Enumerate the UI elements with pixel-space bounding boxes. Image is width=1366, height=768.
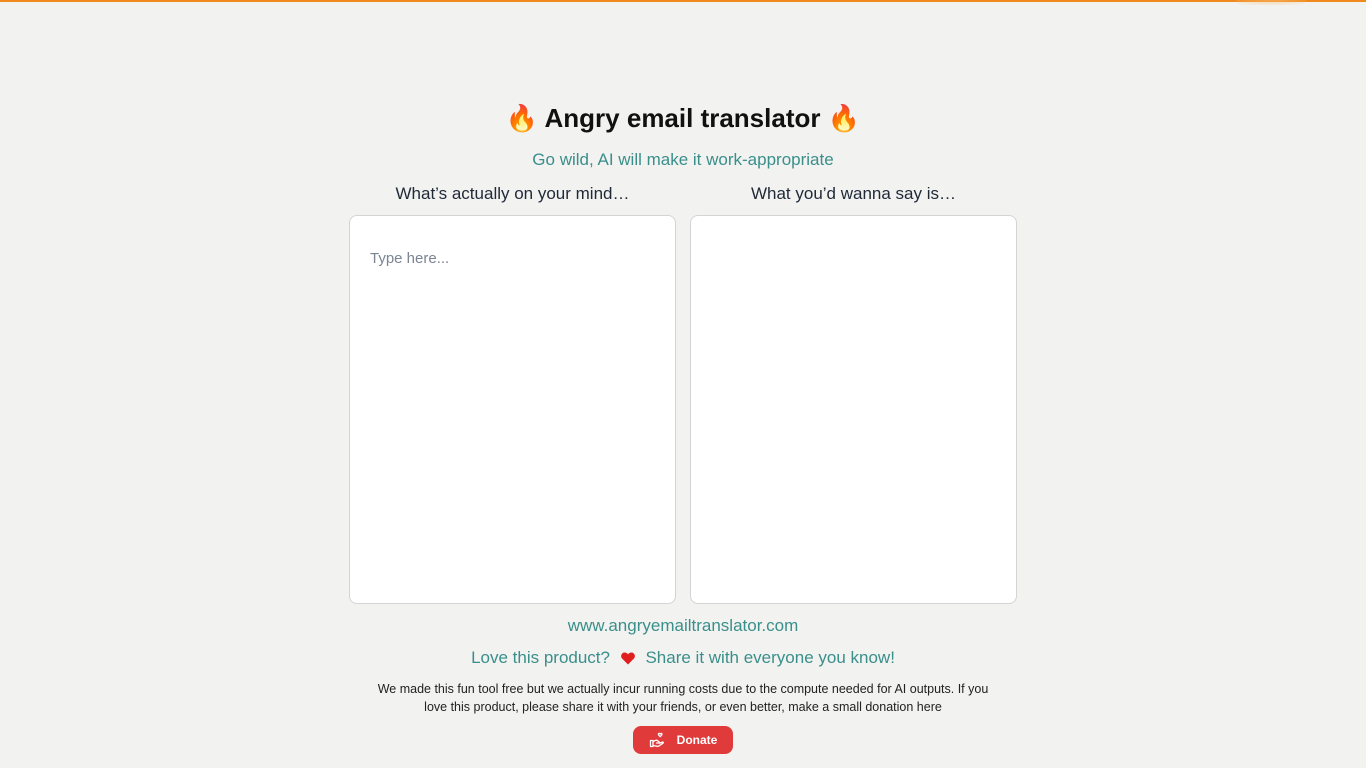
page-title-text: Angry email translator bbox=[544, 103, 821, 133]
hand-heart-icon bbox=[649, 732, 665, 748]
donation-note: We made this fun tool free but we actual… bbox=[377, 682, 989, 714]
site-url-link[interactable]: www.angryemailtranslator.com bbox=[0, 615, 1366, 637]
top-glow-decoration bbox=[1236, 0, 1306, 5]
share-prompt-suffix: Share it with everyone you know! bbox=[645, 648, 895, 667]
donate-button-label: Donate bbox=[676, 733, 718, 747]
donate-button[interactable]: Donate bbox=[633, 726, 733, 754]
fire-icon: 🔥 bbox=[827, 103, 861, 133]
page-subtitle: Go wild, AI will make it work-appropriat… bbox=[532, 150, 834, 169]
share-prompt-prefix: Love this product? bbox=[471, 648, 610, 667]
page-title: 🔥 Angry email translator 🔥 bbox=[0, 100, 1366, 136]
input-panel-label: What’s actually on your mind… bbox=[395, 184, 630, 203]
heart-icon bbox=[620, 649, 635, 671]
top-progress-bar bbox=[0, 0, 1366, 2]
output-panel bbox=[690, 215, 1017, 604]
share-prompt: Love this product? Share it with everyon… bbox=[0, 647, 1366, 671]
output-panel-label: What you’d wanna say is… bbox=[750, 184, 957, 203]
fire-icon: 🔥 bbox=[505, 103, 539, 133]
input-panel bbox=[349, 215, 676, 604]
angry-text-input[interactable] bbox=[350, 216, 675, 603]
